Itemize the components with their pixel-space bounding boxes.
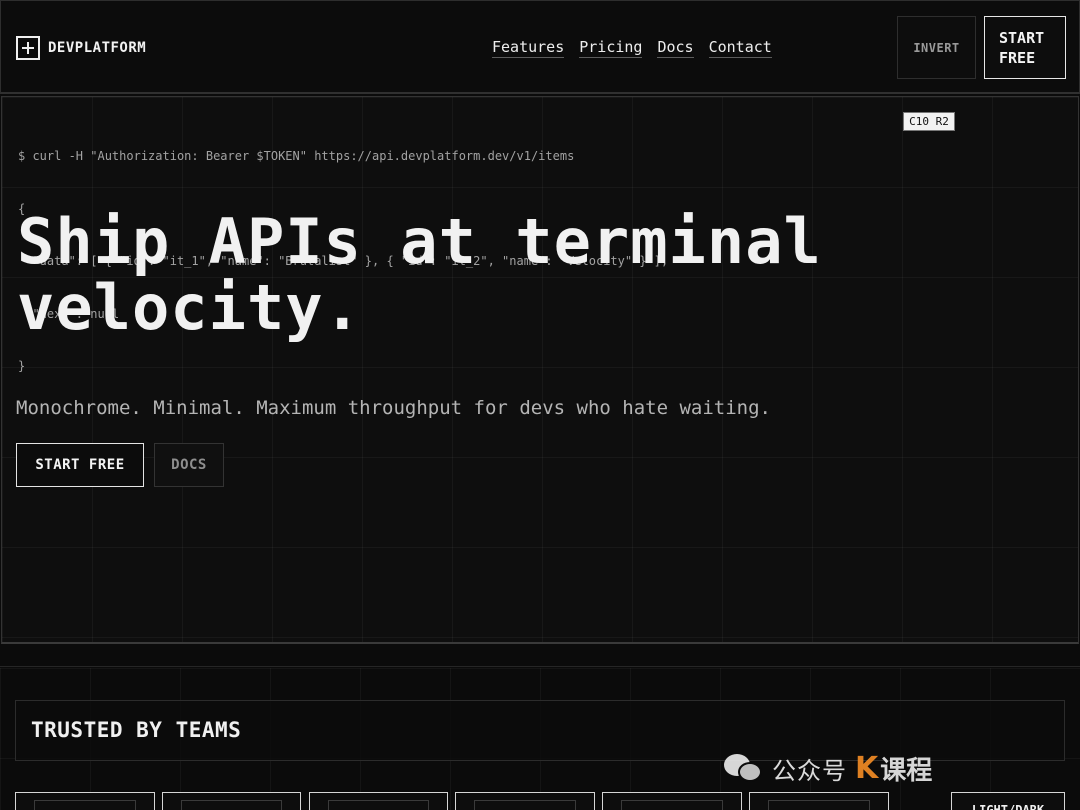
nav-link-contact[interactable]: Contact (708, 38, 772, 58)
theme-toggle-button[interactable]: LIGHT/DARK (951, 792, 1065, 810)
code-line: $ curl -H "Authorization: Bearer $TOKEN"… (18, 149, 575, 163)
customer-logo-card (162, 792, 301, 810)
customer-logo-card (749, 792, 889, 810)
hero-start-free-button[interactable]: START FREE (16, 443, 144, 487)
wechat-icon (724, 752, 764, 784)
invert-button[interactable]: INVERT (897, 16, 976, 79)
hero-title: Ship APIs at terminal velocity. (17, 209, 1017, 341)
hero-title-line-1: Ship APIs at terminal (17, 205, 822, 278)
watermark: 公众号 K 课程 (724, 748, 932, 788)
hero-section: $ curl -H "Authorization: Bearer $TOKEN"… (1, 96, 1079, 644)
customer-logo-card (602, 792, 742, 810)
watermark-brand: K 课程 (855, 750, 932, 787)
customer-logo-card (455, 792, 595, 810)
trusted-section: TRUSTED BY TEAMS LIGHT/DARK (0, 668, 1080, 810)
code-line: } (18, 359, 26, 373)
brand-k-icon: K (855, 750, 879, 786)
main-nav: Features Pricing Docs Contact (492, 38, 772, 58)
plus-square-icon (16, 36, 40, 60)
nav-link-docs[interactable]: Docs (657, 38, 694, 58)
customer-logo-card (309, 792, 448, 810)
nav-link-features[interactable]: Features (492, 38, 565, 58)
logo[interactable]: DEVPLATFORM (16, 36, 146, 60)
header-start-free-button[interactable]: START FREE (984, 16, 1066, 79)
site-header: DEVPLATFORM Features Pricing Docs Contac… (0, 0, 1080, 94)
section-divider (0, 666, 1080, 667)
trusted-title: TRUSTED BY TEAMS (31, 718, 242, 742)
customer-logo-card (15, 792, 155, 810)
hero-subtitle: Monochrome. Minimal. Maximum throughput … (16, 397, 771, 419)
hero-docs-button[interactable]: DOCS (154, 443, 224, 487)
hero-title-line-2: velocity. (17, 271, 362, 344)
logo-text: DEVPLATFORM (48, 40, 147, 56)
nav-link-pricing[interactable]: Pricing (579, 38, 643, 58)
watermark-text: 公众号 (772, 756, 847, 785)
watermark-brand-text: 课程 (880, 755, 933, 786)
grid-position-tag: C10 R2 (903, 112, 955, 131)
